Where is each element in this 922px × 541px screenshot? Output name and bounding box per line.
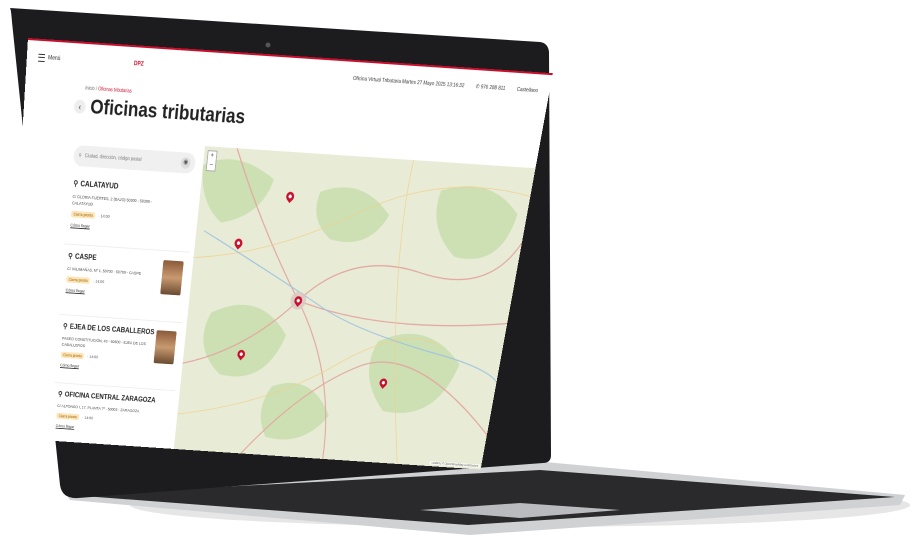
office-hours: · 14:00 — [87, 354, 98, 359]
office-item-calatayud[interactable]: ⚲ CALATAYUD C/ GLORIA FUERTES, 2 (BAJO) 5… — [64, 171, 197, 252]
office-name: EJEA DE LOS CABALLEROS — [70, 323, 155, 337]
directions-link[interactable]: Cómo llegar — [56, 424, 167, 436]
status-badge: Cierra pronto — [66, 276, 90, 284]
phone-number: 976 288 811 — [480, 84, 506, 92]
status-badge: Cierra pronto — [61, 352, 85, 360]
status-badge: Cierra pronto — [56, 413, 79, 420]
logo[interactable]: DPZ — [134, 61, 144, 68]
office-address: C/ GLORIA FUERTES, 2 (BAJO) 50300 - 5030… — [72, 193, 160, 212]
zoom-in-button[interactable]: + — [208, 151, 217, 161]
language-selector[interactable]: Castellano — [516, 87, 538, 94]
search-bar[interactable]: ⚲ Ciudad, dirección, código postal ◉ — [73, 145, 196, 174]
geolocate-icon[interactable]: ◉ — [180, 157, 191, 169]
office-name: CASPE — [75, 252, 97, 262]
breadcrumb: Inicio / Oficinas tributarias — [85, 86, 132, 95]
phone-link[interactable]: ✆ 976 288 811 — [475, 84, 506, 92]
office-photo — [154, 330, 177, 364]
page-title: Oficinas tributarias — [89, 96, 246, 130]
directions-link[interactable]: Cómo llegar — [60, 363, 173, 375]
office-hours: · 14:00 — [93, 279, 104, 284]
office-item-ejea[interactable]: ⚲ EJEA DE LOS CABALLEROS PASEO CONSTITUCI… — [54, 315, 182, 391]
date-time: Martes 27 Mayo 2025 13:16:32 — [402, 79, 465, 89]
office-address: C/ ALFONSO I, 17, PLANTA 7ª - 50003 - ZA… — [57, 403, 140, 414]
search-input[interactable]: Ciudad, dirección, código postal — [85, 153, 142, 162]
laptop-mockup: Menú DPZ Oficina Virtual Tributaria Mart… — [0, 0, 922, 541]
breadcrumb-current: Oficinas tributarias — [98, 86, 132, 94]
virtual-office-link[interactable]: Oficina Virtual Tributaria Martes 27 May… — [353, 76, 465, 89]
menu-label: Menú — [48, 55, 61, 62]
office-address: C/ VALIMAÑAS, Nº 1, 50700 - 50700 - CASP… — [67, 265, 153, 277]
back-button[interactable]: ‹ — [74, 100, 86, 114]
location-pin-icon: ⚲ — [63, 322, 68, 330]
map-tiles — [174, 146, 536, 469]
office-hours: · 14:00 — [98, 213, 110, 218]
virtual-office-label: Oficina Virtual Tributaria — [353, 76, 402, 85]
chevron-left-icon: ‹ — [78, 102, 81, 112]
location-pin-icon: ⚲ — [58, 390, 63, 398]
office-hours: · 14:00 — [82, 415, 93, 420]
location-pin-icon: ⚲ — [73, 179, 78, 188]
hamburger-icon — [38, 54, 45, 62]
office-address: PASEO CONSTITUCIÓN, 43 - 50600 - EJEA DE… — [61, 335, 146, 353]
screen: Menú DPZ Oficina Virtual Tributaria Mart… — [4, 38, 553, 470]
location-pin-icon: ⚲ — [68, 252, 73, 260]
breadcrumb-home[interactable]: Inicio — [85, 86, 95, 93]
status-badge: Cierra pronto — [71, 211, 95, 219]
office-item-caspe[interactable]: ⚲ CASPE C/ VALIMAÑAS, Nº 1, 50700 - 50700… — [59, 244, 189, 323]
office-name: OFICINA CENTRAL ZARAGOZA — [64, 390, 155, 404]
menu-button[interactable]: Menú — [38, 54, 61, 63]
directions-link[interactable]: Cómo llegar — [70, 223, 187, 235]
office-name: CALATAYUD — [80, 180, 119, 191]
map[interactable]: + − Leaflet | © OpenStreetMap contributo… — [174, 146, 536, 469]
office-photo — [160, 260, 184, 295]
zoom-out-button[interactable]: − — [207, 161, 216, 171]
search-icon: ⚲ — [78, 153, 81, 159]
